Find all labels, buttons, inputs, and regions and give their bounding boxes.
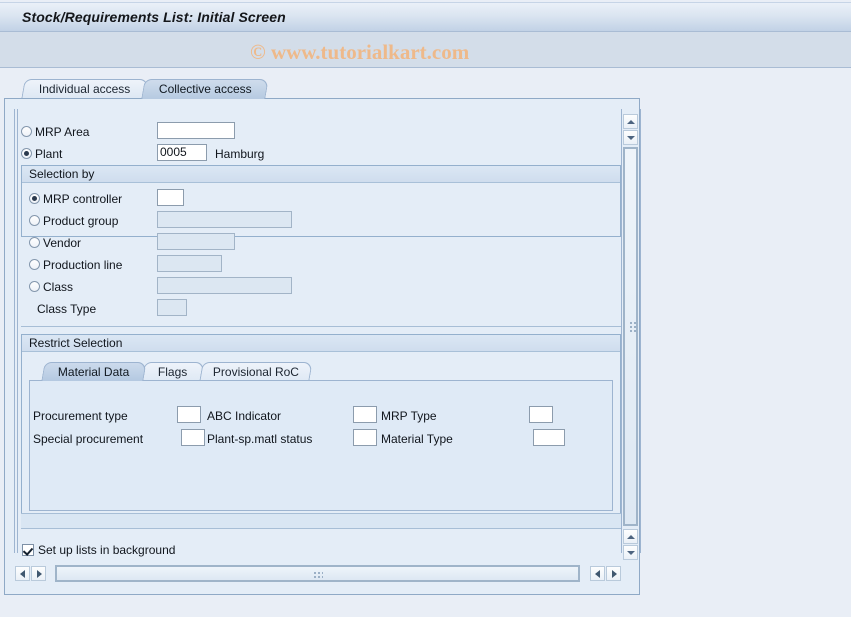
splitter-grip-icon[interactable] (629, 321, 636, 332)
selection-by-title: Selection by (22, 166, 620, 183)
special-procurement-input[interactable] (181, 429, 205, 446)
hscroll-left-button-2[interactable] (590, 566, 605, 581)
vendor-input[interactable] (157, 233, 235, 250)
hscroll-right-button[interactable] (31, 566, 46, 581)
access-tabstrip: Individual access Collective access (0, 79, 851, 99)
tab-flags[interactable]: Flags (141, 362, 205, 381)
vendor-radio[interactable] (29, 237, 40, 248)
plant-radio[interactable] (21, 148, 32, 159)
panel-rule-right-2 (640, 109, 641, 553)
mrp-area-radio[interactable] (21, 126, 32, 137)
mrp-type-label: MRP Type (381, 409, 437, 423)
vscroll-up-button[interactable] (623, 114, 638, 129)
procurement-type-label: Procurement type (33, 409, 128, 423)
tab-individual-access-label: Individual access (39, 82, 131, 96)
mrp-controller-radio[interactable] (29, 193, 40, 204)
panel-rule-left-2 (17, 109, 18, 553)
class-type-label: Class Type (37, 302, 97, 316)
tab-individual-access[interactable]: Individual access (21, 79, 149, 99)
vscroll-track[interactable] (623, 147, 638, 526)
material-type-label: Material Type (381, 432, 453, 446)
plant-description: Hamburg (215, 147, 265, 161)
hscroll-thumb[interactable] (56, 566, 579, 581)
mrp-controller-input[interactable] (157, 189, 184, 206)
setup-lists-background-checkbox[interactable] (22, 544, 34, 556)
section-divider (21, 326, 621, 327)
class-type-input[interactable] (157, 299, 187, 316)
tab-flags-label: Flags (158, 365, 188, 379)
plant-sp-matl-status-input[interactable] (353, 429, 377, 446)
plant-sp-matl-status-label: Plant-sp.matl status (207, 432, 313, 446)
tab-collective-access[interactable]: Collective access (141, 79, 269, 99)
tab-provisional-roc-label: Provisional RoC (212, 365, 299, 379)
product-group-input[interactable] (157, 211, 292, 228)
vscroll-thumb[interactable] (624, 148, 637, 525)
hscroll-track[interactable] (55, 565, 580, 582)
abc-indicator-label: ABC Indicator (207, 409, 282, 423)
panel-rule-left (14, 109, 15, 553)
product-group-radio[interactable] (29, 215, 40, 226)
hscroll-left-button[interactable] (15, 566, 30, 581)
class-label: Class (43, 280, 74, 294)
tab-collective-access-label: Collective access (158, 82, 252, 96)
mrp-type-input[interactable] (529, 406, 553, 423)
window-title-bar: Stock/Requirements List: Initial Screen (0, 2, 851, 32)
tab-provisional-roc[interactable]: Provisional RoC (199, 362, 313, 381)
setup-lists-background-label: Set up lists in background (38, 543, 176, 557)
vscroll-down-button[interactable] (623, 130, 638, 145)
vscroll-up-button-2[interactable] (623, 529, 638, 544)
hscroll-right-button-2[interactable] (606, 566, 621, 581)
material-type-input[interactable] (533, 429, 565, 446)
tab-material-data[interactable]: Material Data (41, 362, 147, 381)
production-line-radio[interactable] (29, 259, 40, 270)
product-group-label: Product group (43, 214, 119, 228)
production-line-input[interactable] (157, 255, 222, 272)
mrp-area-input[interactable] (157, 122, 235, 139)
restrict-selection-title: Restrict Selection (22, 335, 620, 352)
class-radio[interactable] (29, 281, 40, 292)
main-form-panel: MRP Area Plant 0005 Hamburg Selection by… (4, 98, 641, 595)
watermark: © www.tutorialkart.com (250, 40, 470, 64)
panel-rule-right (621, 109, 622, 553)
hscroll-thumb-grip-icon (312, 571, 323, 579)
page-title: Stock/Requirements List: Initial Screen (22, 9, 286, 25)
plant-label: Plant (35, 147, 63, 161)
production-line-label: Production line (43, 258, 123, 272)
class-input[interactable] (157, 277, 292, 294)
procurement-type-input[interactable] (177, 406, 201, 423)
mrp-controller-label: MRP controller (43, 192, 123, 206)
vendor-label: Vendor (43, 236, 82, 250)
vscroll-down-button-2[interactable] (623, 545, 638, 560)
mrp-area-label: MRP Area (35, 125, 90, 139)
abc-indicator-input[interactable] (353, 406, 377, 423)
restrict-selection-footer-bar (21, 513, 621, 529)
plant-input[interactable]: 0005 (157, 144, 207, 161)
special-procurement-label: Special procurement (33, 432, 144, 446)
tab-material-data-label: Material Data (58, 365, 130, 379)
